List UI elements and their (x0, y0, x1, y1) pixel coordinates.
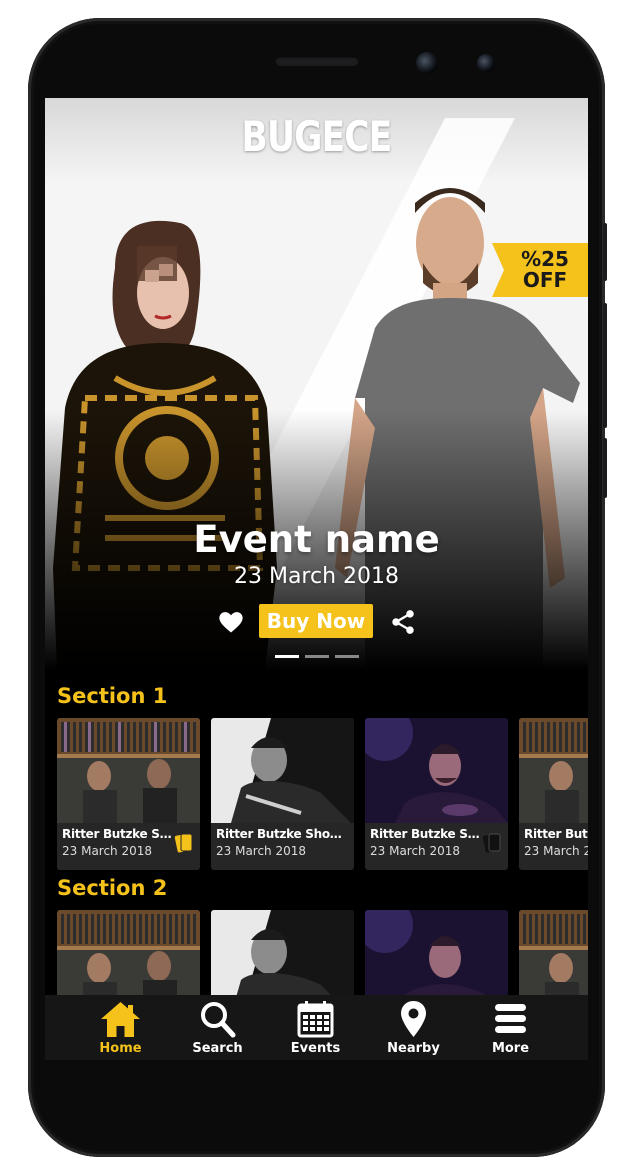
carousel-dot[interactable] (275, 655, 299, 658)
nav-events[interactable]: Events (267, 995, 364, 1060)
event-card[interactable]: Ritter Butzke Showcase 23 March 2018 (211, 718, 354, 870)
section-title: Section 2 (57, 876, 168, 900)
nav-label: Nearby (387, 1041, 440, 1056)
nav-label: Search (192, 1041, 243, 1056)
event-card-title: Ritter Butzke Showcase (216, 827, 350, 841)
carousel-indicator (275, 655, 359, 659)
carousel-dot[interactable] (335, 655, 359, 658)
hero-actions: Buy Now (45, 604, 588, 638)
event-card-title: Ritter Butzke Sho... (62, 827, 176, 841)
nav-more[interactable]: More (462, 995, 559, 1060)
front-camera (416, 52, 438, 74)
buy-now-button[interactable]: Buy Now (259, 604, 373, 638)
search-icon (201, 1002, 236, 1038)
discount-percent: %25 (521, 247, 569, 271)
nav-label: Home (99, 1041, 142, 1056)
bottom-navigation: Home Search Events Nearby More (45, 995, 588, 1060)
ticket-icon[interactable] (482, 832, 502, 854)
event-card-date: 23 March 2018 (62, 844, 153, 858)
event-thumbnail (211, 718, 354, 823)
event-row[interactable]: Ritter Butzke Sho... 23 March 2018 Ritte… (57, 718, 588, 870)
event-card-date: 23 March 2 (524, 844, 588, 858)
event-card[interactable]: Ritter Butzke Sho... 23 March 2018 (365, 718, 508, 870)
event-card-date: 23 March 2018 (216, 844, 307, 858)
event-date: 23 March 2018 (233, 564, 400, 589)
heart-icon[interactable] (217, 608, 245, 636)
event-card-title: Ritter Butzke Sho... (370, 827, 484, 841)
event-title: Event name (193, 518, 440, 561)
discount-badge: %25 OFF (492, 243, 588, 297)
nav-label: More (491, 1041, 530, 1056)
event-thumbnail (57, 718, 200, 823)
section-title: Section 1 (57, 684, 168, 708)
event-card-date: 23 March 2018 (370, 844, 461, 858)
event-thumbnail (519, 718, 588, 823)
app-screen: BUGECE %25 OFF Event name 23 March 2018 … (45, 98, 588, 1060)
event-card-title: Ritter Butzk (524, 827, 588, 841)
home-icon (101, 1002, 140, 1037)
location-pin-icon (401, 1001, 426, 1037)
event-card[interactable]: Ritter Butzk 23 March 2 (519, 718, 588, 870)
phone-speaker (275, 56, 359, 66)
share-icon[interactable] (389, 608, 417, 636)
nav-nearby[interactable]: Nearby (365, 995, 462, 1060)
hero-banner[interactable]: BUGECE %25 OFF Event name 23 March 2018 … (45, 98, 588, 670)
event-thumbnail (365, 718, 508, 823)
nav-label: Events (290, 1041, 341, 1056)
nav-search[interactable]: Search (169, 995, 266, 1060)
carousel-dot[interactable] (305, 655, 329, 658)
proximity-sensor (477, 54, 495, 72)
ticket-icon[interactable] (174, 832, 194, 854)
phone-side-button (603, 303, 607, 428)
calendar-icon (297, 1001, 334, 1038)
nav-home[interactable]: Home (72, 995, 169, 1060)
app-logo: BUGECE (241, 112, 393, 161)
phone-side-button (603, 223, 607, 281)
discount-off: OFF (522, 268, 568, 292)
menu-icon (495, 1004, 526, 1033)
event-card[interactable]: Ritter Butzke Sho... 23 March 2018 (57, 718, 200, 870)
phone-side-button (603, 438, 607, 498)
